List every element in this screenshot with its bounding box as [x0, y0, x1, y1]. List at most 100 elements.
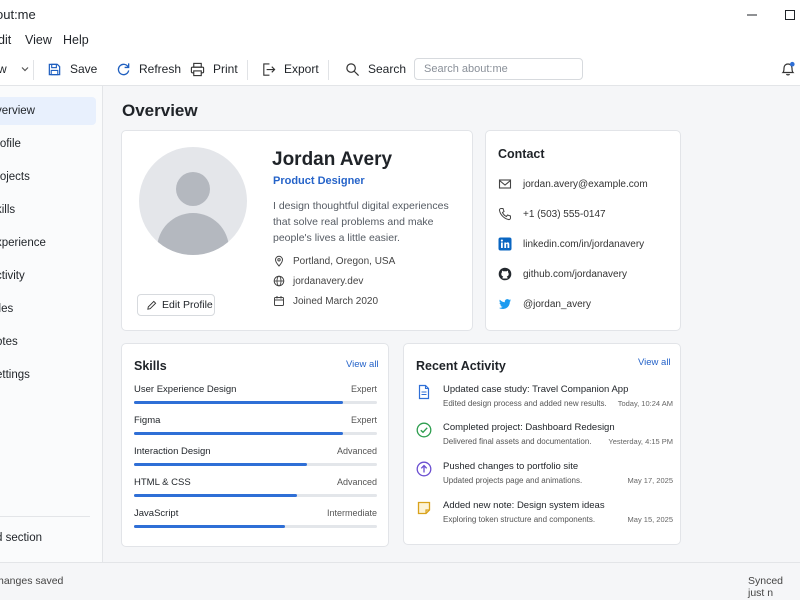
- skill-progress-fill: [134, 494, 297, 497]
- skill-name: Interaction Design: [134, 446, 211, 457]
- menu-edit[interactable]: dit: [0, 33, 11, 47]
- location-text: Portland, Oregon, USA: [293, 255, 396, 267]
- title-bar: out:me: [0, 0, 800, 30]
- github-text: github.com/jordanavery: [523, 268, 627, 280]
- sidebar-item-skills[interactable]: kills: [0, 196, 96, 224]
- skill-level: Advanced: [336, 477, 377, 487]
- skill-name: JavaScript: [134, 508, 179, 519]
- sticky-note-icon: [416, 500, 432, 516]
- skill-row: Interaction Design Advanced: [134, 446, 377, 468]
- sidebar-item-notes[interactable]: otes: [0, 328, 96, 356]
- skill-row: JavaScript Intermediate: [134, 508, 377, 530]
- activity-view-all-link[interactable]: View all: [638, 357, 671, 368]
- sidebar-item-projects[interactable]: rojects: [0, 163, 96, 191]
- sidebar-item-label: ettings: [0, 369, 30, 381]
- upload-circle-icon: [416, 461, 432, 477]
- activity-item-time: Yesterday, 4:15 PM: [608, 437, 673, 446]
- contact-linkedin[interactable]: linkedin.com/in/jordanavery: [498, 237, 644, 251]
- sidebar-item-settings[interactable]: ettings: [0, 361, 96, 389]
- sidebar-item-experience[interactable]: xperience: [0, 229, 96, 257]
- search-icon: [346, 62, 360, 76]
- add-section-button[interactable]: d section: [0, 524, 96, 552]
- contact-github[interactable]: github.com/jordanavery: [498, 267, 627, 281]
- window-title: out:me: [0, 7, 36, 22]
- search-label: Search: [368, 62, 407, 76]
- save-button[interactable]: Save: [47, 52, 97, 86]
- sidebar-item-label: ctivity: [0, 270, 25, 282]
- menu-bar: dit View Help: [0, 30, 800, 52]
- contact-phone[interactable]: +1 (503) 555-0147: [498, 207, 606, 221]
- skill-progress-fill: [134, 463, 307, 466]
- sidebar-item-activity[interactable]: ctivity: [0, 262, 96, 290]
- activity-item[interactable]: Updated case study: Travel Companion App…: [416, 384, 673, 418]
- new-button[interactable]: w: [0, 52, 29, 86]
- joined-text: Joined March 2020: [293, 295, 379, 307]
- toolbar-divider: [33, 60, 34, 80]
- edit-profile-button[interactable]: Edit Profile: [137, 294, 215, 316]
- activity-item-time: May 15, 2025: [627, 515, 673, 524]
- activity-item[interactable]: Pushed changes to portfolio site Updated …: [416, 461, 673, 495]
- phone-text: +1 (503) 555-0147: [523, 208, 606, 220]
- sidebar-item-profile[interactable]: rofile: [0, 130, 96, 158]
- document-icon: [416, 384, 432, 400]
- skill-progress-track: [134, 401, 377, 404]
- twitter-icon: [499, 299, 511, 309]
- skill-row: Figma Expert: [134, 415, 377, 437]
- mail-icon: [498, 179, 512, 189]
- skill-level: Expert: [350, 415, 377, 425]
- minimize-button[interactable]: [732, 0, 772, 30]
- profile-bio: I design thoughtful digital experiences …: [273, 200, 449, 244]
- skill-progress-track: [134, 525, 377, 528]
- skill-level: Intermediate: [326, 508, 377, 518]
- activity-item-title: Pushed changes to portfolio site: [443, 461, 579, 472]
- activity-item-time: May 17, 2025: [627, 476, 673, 485]
- contact-twitter[interactable]: @jordan_avery: [498, 297, 591, 311]
- sidebar: verview rofile rojects kills xperience c…: [0, 86, 103, 562]
- sidebar-item-label: kills: [0, 204, 16, 216]
- sidebar-divider: [0, 516, 90, 517]
- sidebar-item-files[interactable]: iles: [0, 295, 96, 323]
- refresh-button[interactable]: Refresh: [116, 52, 181, 86]
- status-bar: hanges saved Synced just n: [0, 562, 800, 600]
- search-input[interactable]: Search about:me: [414, 58, 583, 80]
- save-icon: [48, 63, 61, 75]
- menu-view[interactable]: View: [25, 33, 52, 47]
- search-button[interactable]: Search: [345, 52, 406, 86]
- sidebar-item-overview[interactable]: verview: [0, 97, 96, 125]
- skills-view-all-link[interactable]: View all: [346, 359, 379, 370]
- linkedin-text: linkedin.com/in/jordanavery: [523, 238, 645, 250]
- skill-progress-track: [134, 463, 377, 466]
- page-title: Overview: [122, 101, 198, 120]
- contact-card: Contact jordan.avery@example.com +1 (503…: [485, 130, 681, 331]
- maximize-icon: [785, 10, 795, 20]
- profile-website[interactable]: jordanavery.dev: [273, 275, 363, 287]
- maximize-button[interactable]: [770, 0, 800, 30]
- export-button[interactable]: Export: [261, 52, 319, 86]
- menu-help[interactable]: Help: [63, 33, 89, 47]
- activity-item[interactable]: Added new note: Design system ideas Explo…: [416, 500, 673, 534]
- printer-icon: [190, 62, 205, 76]
- export-label: Export: [284, 62, 319, 76]
- activity-item-title: Added new note: Design system ideas: [443, 500, 605, 511]
- activity-title: Recent Activity: [416, 359, 506, 373]
- save-label: Save: [70, 62, 98, 76]
- website-text: jordanavery.dev: [293, 275, 364, 287]
- skills-card: Skills View all User Experience Design Ex…: [121, 343, 389, 547]
- activity-item[interactable]: Completed project: Dashboard Redesign Del…: [416, 422, 673, 456]
- profile-name: Jordan Avery: [272, 149, 393, 170]
- status-left: hanges saved: [0, 575, 64, 587]
- status-right: Synced just n: [748, 575, 784, 599]
- skill-progress-track: [134, 494, 377, 497]
- globe-icon: [273, 275, 285, 287]
- profile-joined: Joined March 2020: [273, 295, 378, 307]
- contact-email[interactable]: jordan.avery@example.com: [498, 177, 648, 191]
- notifications-button[interactable]: [780, 52, 796, 86]
- activity-item-description: Exploring token structure and components…: [443, 515, 596, 524]
- print-button[interactable]: Print: [190, 52, 238, 86]
- refresh-label: Refresh: [139, 62, 182, 76]
- profile-location: Portland, Oregon, USA: [273, 255, 395, 267]
- sidebar-item-label: iles: [0, 303, 14, 315]
- skills-title: Skills: [134, 359, 167, 373]
- minimize-icon: [747, 14, 757, 16]
- skill-row: User Experience Design Expert: [134, 384, 377, 406]
